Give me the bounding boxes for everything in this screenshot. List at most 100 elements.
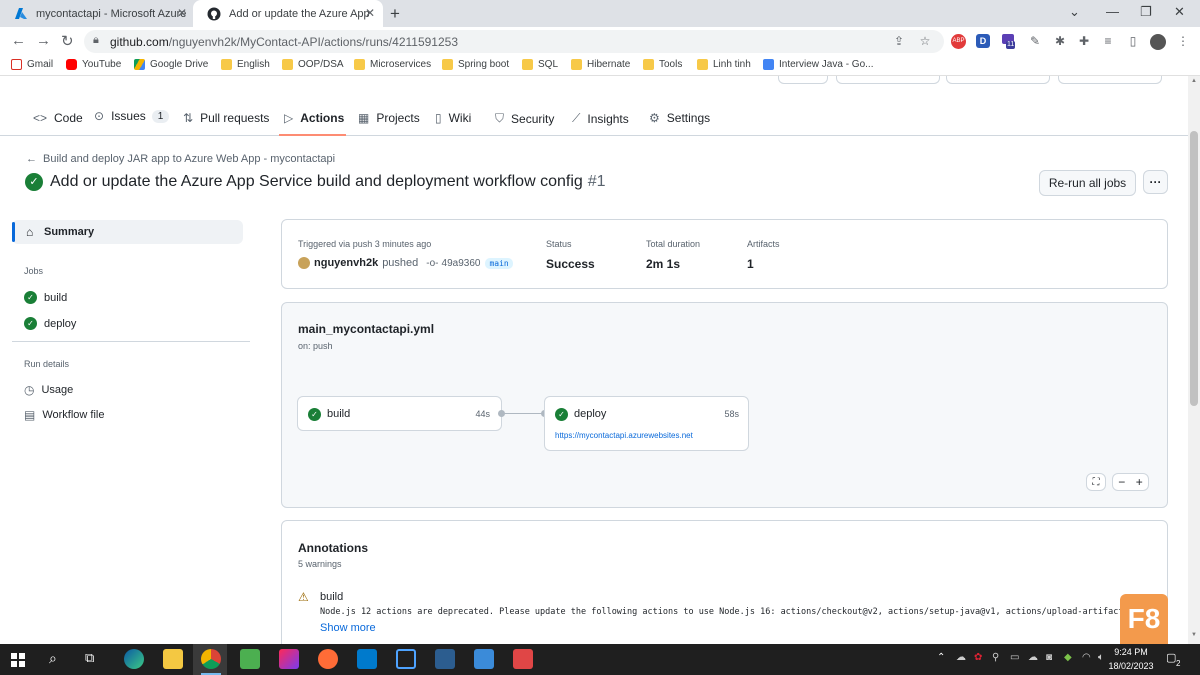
bookmark-spring-boot[interactable]: Spring boot <box>442 59 509 70</box>
job-deploy-node[interactable]: ✓ deploy 58s https://mycontactapi.azurew… <box>544 396 749 451</box>
extension-d-icon[interactable]: D <box>976 34 990 48</box>
commit-sha-link[interactable]: 49a9360 <box>442 258 481 269</box>
usb-icon[interactable]: ⚲ <box>992 652 999 663</box>
close-tab-icon[interactable]: ✕ <box>177 6 187 20</box>
notepad-plus-plus-icon[interactable] <box>240 649 260 669</box>
tab-code[interactable]: <> Code <box>33 111 83 125</box>
zoom-in-button[interactable]: + <box>1136 475 1143 489</box>
sidebar-job-deploy[interactable]: ✓ deploy <box>24 317 76 330</box>
deploy-url-link[interactable]: https://mycontactapi.azurewebsites.net <box>555 431 693 440</box>
scroll-up-arrow-icon[interactable]: ▲ <box>1191 78 1197 84</box>
close-tab-icon[interactable]: ✕ <box>365 6 375 20</box>
side-panel-icon[interactable]: ▯ <box>1126 34 1140 48</box>
bookmark-interview-java[interactable]: Interview Java - Go... <box>763 59 873 70</box>
tab-pull-requests[interactable]: ⇅ Pull requests <box>183 111 269 125</box>
success-check-icon: ✓ <box>308 408 321 421</box>
vpn-icon[interactable] <box>396 649 416 669</box>
tab-insights[interactable]: ⟋ Insights <box>572 111 629 126</box>
tab-issues[interactable]: ⊙ Issues 1 <box>94 109 170 123</box>
show-more-link[interactable]: Show more <box>320 622 376 634</box>
cloud-icon[interactable]: ☁ <box>956 652 966 663</box>
fullscreen-icon[interactable]: ⛶ <box>1086 473 1106 491</box>
extensions-puzzle-icon[interactable]: ✚ <box>1077 34 1091 48</box>
profile-avatar[interactable] <box>1150 34 1166 50</box>
tab-settings[interactable]: ⚙ Settings <box>649 111 710 125</box>
tab-actions[interactable]: ▷ Actions <box>284 111 344 125</box>
sidebar-job-build[interactable]: ✓ build <box>24 291 67 304</box>
reload-icon[interactable]: ↻ <box>61 32 74 50</box>
browser-tab-azure[interactable]: mycontactapi - Microsoft Azure ✕ <box>0 0 195 27</box>
back-arrow-icon[interactable]: ← <box>11 32 26 49</box>
camera-icon[interactable]: ◙ <box>1046 652 1052 663</box>
avatar <box>298 257 310 269</box>
bookmark-star-icon[interactable]: ☆ <box>918 34 932 48</box>
back-to-workflow-link[interactable]: ← Build and deploy JAR app to Azure Web … <box>26 153 335 165</box>
maximize-button[interactable]: ❐ <box>1140 4 1152 20</box>
page-scrollbar[interactable]: ▲ ▼ <box>1188 76 1200 644</box>
file-explorer-icon[interactable] <box>163 649 183 669</box>
sql-server-icon[interactable] <box>435 649 455 669</box>
forward-arrow-icon[interactable]: → <box>36 32 51 49</box>
bookmark-hibernate[interactable]: Hibernate <box>571 59 630 70</box>
share-icon[interactable]: ⇪ <box>892 34 906 48</box>
postman-icon[interactable] <box>318 649 338 669</box>
snipping-tool-icon[interactable] <box>513 649 533 669</box>
tab-security[interactable]: ⛉ Security <box>495 111 554 126</box>
address-bar[interactable]: 🔒︎ github.com/nguyenvh2k/MyContact-API/a… <box>84 30 944 53</box>
notification-center-icon[interactable]: ▢ <box>1166 651 1176 664</box>
tab-projects[interactable]: ▦ Projects <box>358 111 420 125</box>
search-icon[interactable]: ⌕ <box>49 650 57 667</box>
bookmark-oop-dsa[interactable]: OOP/DSA <box>282 59 344 70</box>
sidebar-workflow-file[interactable]: ▤ Workflow file <box>24 408 105 422</box>
unikey-icon[interactable]: ✿ <box>974 652 982 663</box>
lock-icon: 🔒︎ <box>93 34 99 46</box>
sidebar-item-summary[interactable]: ⌂ Summary <box>12 220 243 244</box>
windows-start-icon[interactable] <box>11 653 25 667</box>
close-window-button[interactable]: ✕ <box>1174 4 1185 20</box>
clock-date[interactable]: 18/02/2023 <box>1104 661 1158 671</box>
browser-tab-github[interactable]: Add or update the Azure App Se ✕ <box>193 0 383 27</box>
wifi-icon[interactable]: ◠ <box>1082 652 1091 663</box>
task-view-icon[interactable]: ⧉ <box>85 650 94 666</box>
battery-icon[interactable]: ▭ <box>1010 652 1019 663</box>
new-tab-button[interactable]: + <box>390 4 400 24</box>
bookmark-tools[interactable]: Tools <box>643 59 682 70</box>
job-build-node[interactable]: ✓ build 44s <box>297 396 502 431</box>
minimize-button[interactable]: — <box>1106 4 1119 19</box>
onedrive-icon[interactable]: ☁ <box>1028 652 1038 663</box>
bug-icon[interactable]: ✱ <box>1053 34 1067 48</box>
url-text[interactable]: github.com/nguyenvh2k/MyContact-API/acti… <box>110 35 458 49</box>
sidebar-usage[interactable]: ◷ Usage <box>24 383 73 397</box>
extension-badge-icon[interactable]: 11 <box>1002 34 1018 50</box>
bookmark-google-drive[interactable]: Google Drive <box>134 59 208 70</box>
eyedropper-icon[interactable]: ✎ <box>1028 34 1042 48</box>
more-options-button[interactable]: ··· <box>1143 170 1168 194</box>
chrome-menu-icon[interactable]: ⋮ <box>1176 34 1190 48</box>
adblock-icon[interactable]: ABP <box>951 34 966 49</box>
intellij-icon[interactable] <box>279 649 299 669</box>
tab-wiki[interactable]: ▯ Wiki <box>435 111 471 125</box>
bookmark-microservices[interactable]: Microservices <box>354 59 431 70</box>
zoom-out-button[interactable]: − <box>1118 475 1125 489</box>
photos-icon[interactable] <box>474 649 494 669</box>
bookmark-youtube[interactable]: YouTube <box>66 59 121 70</box>
clock-time[interactable]: 9:24 PM <box>1104 647 1158 657</box>
bookmark-sql[interactable]: SQL <box>522 59 558 70</box>
nvidia-icon[interactable]: ◆ <box>1064 652 1072 663</box>
vscode-icon[interactable] <box>357 649 377 669</box>
tray-chevron-icon[interactable]: ⌃ <box>937 652 945 663</box>
rerun-all-jobs-button[interactable]: Re-run all jobs <box>1039 170 1136 196</box>
tab-search-icon[interactable]: ⌄ <box>1069 4 1080 20</box>
f8-watermark-logo: F8 <box>1120 594 1168 644</box>
edge-icon[interactable] <box>124 649 144 669</box>
scroll-down-arrow-icon[interactable]: ▼ <box>1191 632 1197 638</box>
bookmark-gmail[interactable]: Gmail <box>11 59 53 70</box>
branch-badge[interactable]: main <box>485 257 513 269</box>
bookmark-english[interactable]: English <box>221 59 270 70</box>
scrollbar-thumb[interactable] <box>1190 131 1198 406</box>
bookmark-linh-tinh[interactable]: Linh tinh <box>697 59 751 70</box>
chrome-icon[interactable] <box>201 649 221 669</box>
artifacts-value[interactable]: 1 <box>747 257 754 271</box>
actor-link[interactable]: nguyenvh2k <box>314 257 378 269</box>
reading-list-icon[interactable]: ≡ <box>1101 34 1115 48</box>
